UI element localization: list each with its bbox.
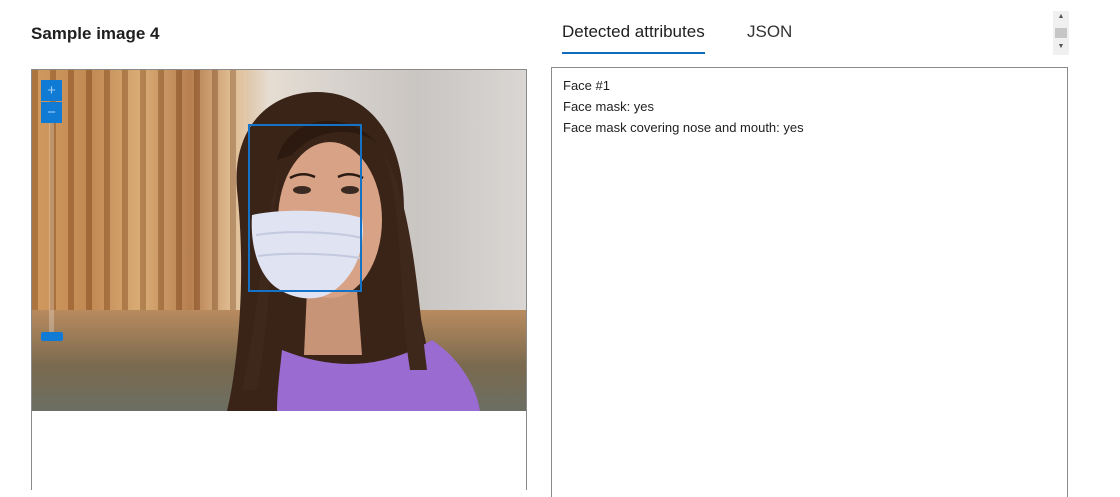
- scroll-thumb[interactable]: [1055, 28, 1067, 38]
- result-line-face: Face #1: [563, 78, 610, 93]
- tab-detected-attributes[interactable]: Detected attributes: [562, 22, 705, 54]
- result-line-mask-coverage: Face mask covering nose and mouth: yes: [563, 120, 804, 135]
- result-line-face-mask: Face mask: yes: [563, 99, 655, 114]
- tab-json[interactable]: JSON: [747, 22, 792, 52]
- detected-attributes-panel: Face #1 Face mask: yes Face mask coverin…: [551, 67, 1068, 497]
- face-bounding-box: [248, 124, 362, 292]
- image-viewer[interactable]: + −: [31, 69, 527, 490]
- page-scrollbar[interactable]: ▲ ▼: [1053, 11, 1069, 55]
- zoom-out-button[interactable]: −: [41, 102, 62, 123]
- scroll-down-icon[interactable]: ▼: [1053, 41, 1069, 53]
- zoom-track[interactable]: [49, 123, 54, 333]
- scroll-up-icon[interactable]: ▲: [1053, 11, 1069, 23]
- sample-photo: + −: [32, 70, 526, 411]
- zoom-in-button[interactable]: +: [41, 80, 62, 101]
- zoom-slider-handle[interactable]: [41, 332, 63, 341]
- sample-image-title: Sample image 4: [31, 24, 160, 43]
